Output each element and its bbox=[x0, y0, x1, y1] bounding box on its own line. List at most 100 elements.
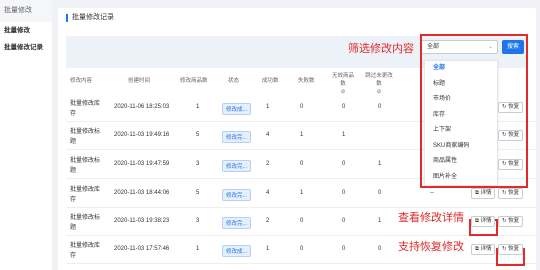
cell-skip: 0 bbox=[378, 104, 382, 110]
col-header-fail: 失败数 bbox=[298, 78, 315, 84]
restore-label: 恢复 bbox=[508, 190, 520, 196]
cell-count: 1 bbox=[196, 104, 200, 110]
cell-success: 2 bbox=[266, 218, 270, 224]
cell-invalid: 0 bbox=[342, 218, 346, 224]
cell-content: 题 bbox=[70, 225, 77, 231]
option-title[interactable]: 标题 bbox=[425, 77, 497, 93]
restore-button[interactable]: ↻ 恢复 bbox=[498, 216, 524, 227]
restore-button[interactable]: ↻ 恢复 bbox=[498, 102, 524, 113]
cell-placeholder: -- bbox=[430, 190, 434, 196]
col-header-invalid: 无效商品数 ⊘ bbox=[331, 73, 354, 95]
cell-success: 4 bbox=[266, 190, 270, 196]
cell-content: 批量修改库 bbox=[70, 101, 101, 107]
restore-button[interactable]: ↻ 恢复 bbox=[498, 188, 524, 199]
cell-fail: 1 bbox=[300, 132, 304, 138]
cell-content: 批量修改标 bbox=[70, 129, 101, 135]
search-button[interactable]: 搜索 bbox=[502, 40, 524, 54]
cell-count: 5 bbox=[196, 132, 200, 138]
restore-label: 恢复 bbox=[508, 246, 520, 252]
page-title: 批量修改记录 bbox=[66, 14, 114, 22]
cell-content: 批量修改库 bbox=[70, 243, 101, 249]
cell-invalid: 0 bbox=[342, 161, 346, 167]
cell-content: 批量修改库 bbox=[70, 187, 101, 193]
cell-invalid: 0 bbox=[342, 104, 346, 110]
sidebar-item-batch-edit[interactable]: 批量修改 bbox=[0, 22, 52, 39]
cell-fail: 0 bbox=[300, 218, 304, 224]
restore-button[interactable]: ↻ 恢复 bbox=[498, 244, 524, 255]
status-badge: 修改成... bbox=[222, 245, 252, 257]
annotation-filter: 筛选修改内容 bbox=[348, 43, 414, 55]
option-image-fill[interactable]: 图片补全 bbox=[425, 170, 497, 186]
cell-success: 2 bbox=[266, 161, 270, 167]
cell-invalid: 1 bbox=[342, 132, 346, 138]
select-value: 全部 bbox=[427, 44, 440, 50]
detail-label: 详情 bbox=[480, 246, 492, 252]
cell-count: 5 bbox=[196, 190, 200, 196]
cell-created: 2020-11-03 17:57:46 bbox=[114, 246, 170, 252]
status-badge: 修改完... bbox=[222, 160, 252, 172]
col-header-skip: 跳过未更改数 ⊘ bbox=[365, 73, 393, 95]
status-badge: 修改完... bbox=[222, 189, 252, 201]
cell-content: 题 bbox=[70, 168, 77, 174]
option-listing[interactable]: 上下架 bbox=[425, 123, 497, 139]
restore-label: 恢复 bbox=[508, 161, 520, 167]
detail-button[interactable]: ⧉ 详情 bbox=[471, 216, 496, 227]
status-badge: 修改完... bbox=[222, 131, 252, 143]
restore-button[interactable]: ↻ 恢复 bbox=[498, 130, 524, 141]
sidebar: 批量修改 批量修改 批量修改记录 bbox=[0, 0, 52, 270]
cell-content: 题 bbox=[70, 139, 77, 145]
col-header-status: 状态 bbox=[228, 78, 240, 84]
status-badge: 修改成... bbox=[222, 103, 252, 115]
option-attributes[interactable]: 商品属性 bbox=[425, 154, 497, 170]
cell-content: 存 bbox=[70, 111, 77, 117]
restore-label: 恢复 bbox=[508, 218, 520, 224]
cell-placeholder: -- bbox=[430, 246, 434, 252]
cell-invalid: 0 bbox=[342, 190, 346, 196]
option-stock[interactable]: 库存 bbox=[425, 108, 497, 124]
cell-content: 存 bbox=[70, 253, 77, 259]
cell-content: 存 bbox=[70, 197, 77, 203]
cell-skip: 1 bbox=[378, 218, 382, 224]
detail-button[interactable]: ⧉ 详情 bbox=[471, 244, 496, 255]
cell-placeholder: -- bbox=[430, 218, 434, 224]
cell-created: 2020-11-03 19:47:59 bbox=[114, 161, 170, 167]
col-header-count: 修改商品数 bbox=[180, 78, 208, 84]
cell-count: 1 bbox=[196, 246, 200, 252]
content-filter-select[interactable]: 全部 ⌄ bbox=[420, 40, 498, 54]
cell-skip: 1 bbox=[378, 161, 382, 167]
option-market-price[interactable]: 市场价 bbox=[425, 92, 497, 108]
cell-invalid: 0 bbox=[342, 246, 346, 252]
detail-label: 详情 bbox=[480, 190, 492, 196]
cell-count: 3 bbox=[196, 218, 200, 224]
cell-fail: 0 bbox=[300, 104, 304, 110]
detail-button[interactable]: ⧉ 详情 bbox=[471, 188, 496, 199]
cell-content: 批量修改标 bbox=[70, 215, 101, 221]
option-all[interactable]: 全部 bbox=[425, 61, 497, 77]
cell-created: 2020-11-03 19:38:23 bbox=[114, 218, 170, 224]
cell-success: 1 bbox=[266, 246, 270, 252]
cell-success: 1 bbox=[266, 104, 270, 110]
cell-created: 2020-11-06 18:25:03 bbox=[114, 104, 170, 110]
sidebar-item-batch-edit-records[interactable]: 批量修改记录 bbox=[0, 39, 52, 56]
restore-button[interactable]: ↻ 恢复 bbox=[498, 159, 524, 170]
col-header-created: 创建时间 bbox=[128, 78, 151, 84]
chevron-down-icon: ⌄ bbox=[487, 44, 493, 50]
cell-count: 3 bbox=[196, 161, 200, 167]
cell-content: 批量修改标 bbox=[70, 158, 101, 164]
cell-fail: 0 bbox=[300, 161, 304, 167]
sidebar-header: 批量修改 bbox=[0, 0, 52, 22]
cell-fail: 0 bbox=[300, 246, 304, 252]
col-header-content: 修改内容 bbox=[70, 78, 93, 84]
option-sku-code[interactable]: SKU商家编码 bbox=[425, 139, 497, 155]
restore-label: 恢复 bbox=[508, 132, 520, 138]
restore-label: 恢复 bbox=[508, 104, 520, 110]
cell-fail: 1 bbox=[300, 190, 304, 196]
status-badge: 修改完... bbox=[222, 217, 252, 229]
cell-skip: 0 bbox=[378, 190, 382, 196]
cell-created: 2020-11-03 19:49:16 bbox=[114, 132, 170, 138]
col-header-success: 成功数 bbox=[262, 78, 279, 84]
content-filter-dropdown: 全部 标题 市场价 库存 上下架 SKU商家编码 商品属性 图片补全 bbox=[424, 60, 498, 186]
cell-created: 2020-11-03 18:44:06 bbox=[114, 190, 170, 196]
cell-success: 4 bbox=[266, 132, 270, 138]
cell-skip: 0 bbox=[378, 246, 382, 252]
